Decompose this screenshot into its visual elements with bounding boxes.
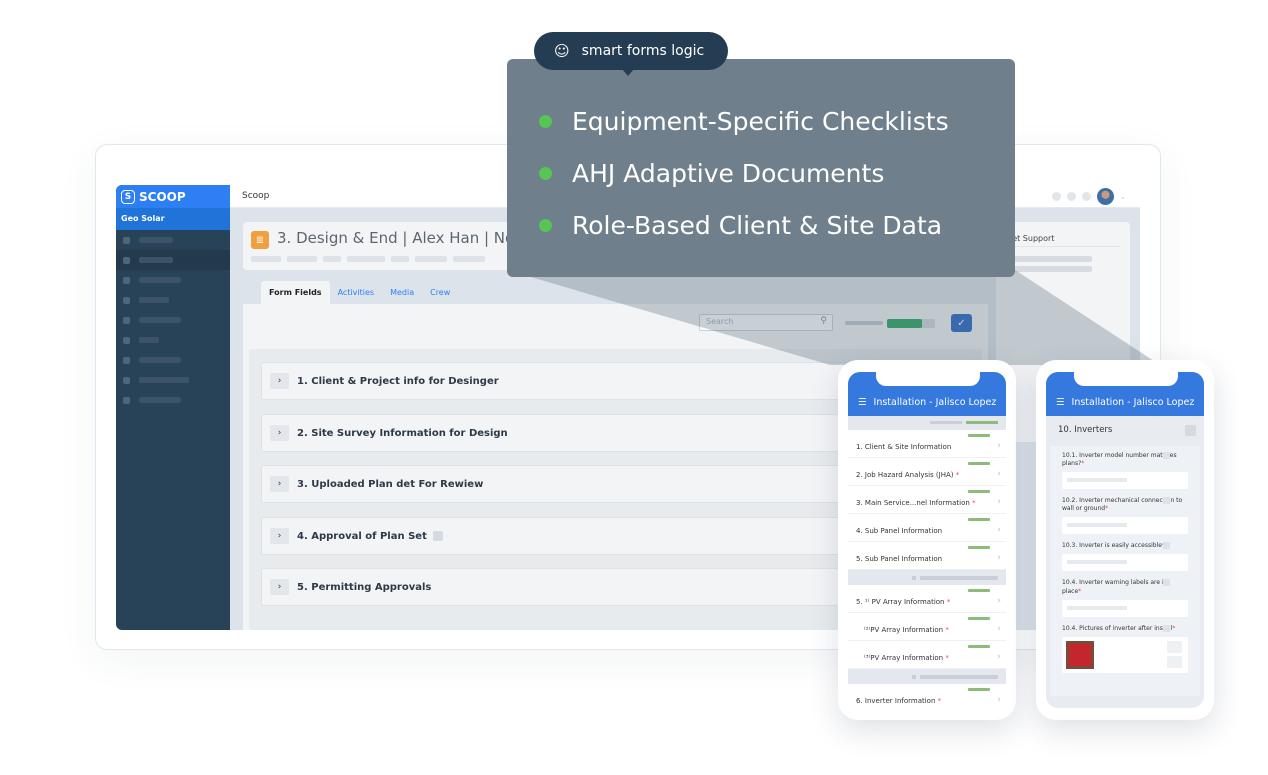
sidebar-item[interactable]: [116, 330, 230, 350]
logo[interactable]: S SCOOP: [116, 185, 230, 208]
group-separator: [848, 669, 1006, 684]
answer-input[interactable]: [1062, 554, 1188, 572]
sidebar-item[interactable]: [116, 230, 230, 250]
search-input[interactable]: Search ⚲: [699, 314, 833, 331]
feature-bullet: AHJ Adaptive Documents: [539, 159, 884, 188]
form-section-item[interactable]: 5. ¹⁾ PV Array Information * ›: [848, 585, 1006, 613]
phone-form-list: ☰ Installation - Jalisco Lopez 1. Client …: [838, 360, 1016, 720]
tab-form-fields[interactable]: Form Fields: [261, 281, 330, 304]
answer-input[interactable]: [1062, 517, 1188, 535]
checkbox[interactable]: [1163, 452, 1170, 459]
sidebar-item[interactable]: [116, 310, 230, 330]
progress-bar: [845, 319, 935, 328]
inverter-photo[interactable]: [1066, 640, 1094, 669]
question-item: 10.1. Inverter model number matches plan…: [1050, 452, 1200, 490]
chevron-right-icon: ›: [997, 497, 1001, 507]
scoop-logo-icon: S: [121, 189, 135, 204]
chevron-right-icon: ›: [997, 441, 1001, 451]
chevron-right-icon: ›: [997, 553, 1001, 563]
notification-icon[interactable]: [1052, 192, 1062, 201]
answer-input[interactable]: [1062, 599, 1188, 617]
submit-check-button[interactable]: ✓: [951, 314, 972, 332]
form-section-item[interactable]: 6. Inverter Information * ›: [848, 684, 1006, 708]
sidebar: S SCOOP Geo Solar: [116, 185, 230, 630]
checkbox[interactable]: [1163, 497, 1170, 505]
sidebar-item[interactable]: [116, 270, 230, 290]
chevron-right-icon: ›: [997, 596, 1001, 606]
checkbox[interactable]: [1163, 542, 1170, 550]
checkbox[interactable]: [1163, 579, 1170, 587]
chevron-right-icon: ›: [997, 469, 1001, 479]
checkbox[interactable]: [1163, 624, 1170, 632]
answer-input[interactable]: [1062, 472, 1188, 490]
chevron-right-icon: ›: [997, 525, 1001, 535]
page-title: 3. Design & End | Alex Han | Nov 0: [277, 229, 538, 247]
org-name[interactable]: Geo Solar: [116, 208, 230, 230]
sidebar-item[interactable]: [116, 390, 230, 410]
smart-forms-badge: ☺ smart forms logic: [534, 32, 728, 76]
question-item: 10.4. Inverter warning labels are in pla…: [1050, 579, 1200, 617]
search-icon: ⚲: [820, 316, 827, 326]
chevron-right-icon[interactable]: ›: [270, 579, 289, 595]
group-separator: [848, 570, 1006, 585]
form-section-item[interactable]: 1. Client & Site Information ›: [848, 430, 1006, 458]
menu-icon[interactable]: ☰: [858, 397, 867, 408]
form-section-item[interactable]: ⁽²⁾PV Array Information * ›: [848, 613, 1006, 641]
sidebar-item[interactable]: [116, 370, 230, 390]
photo-field[interactable]: [1062, 636, 1188, 673]
form-section-item[interactable]: 2. Job Hazard Analysis (JHA) * ›: [848, 458, 1006, 486]
chevron-right-icon: ›: [997, 695, 1001, 705]
checkbox[interactable]: [432, 531, 443, 541]
question-item: 10.4. Pictures of inverter after install…: [1050, 624, 1200, 673]
tab-media[interactable]: Media: [382, 281, 422, 304]
message-icon[interactable]: [1067, 192, 1077, 201]
chevron-right-icon[interactable]: ›: [270, 476, 289, 492]
menu-icon[interactable]: ☰: [1056, 397, 1065, 408]
phone-inverters-form: ☰ Installation - Jalisco Lopez 10. Invert…: [1036, 360, 1214, 720]
checkbox[interactable]: [1185, 425, 1196, 436]
feature-bullet: Role-Based Client & Site Data: [539, 211, 942, 240]
sidebar-item[interactable]: [116, 290, 230, 310]
tab-activities[interactable]: Activities: [330, 281, 383, 304]
chevron-right-icon: ›: [997, 652, 1001, 662]
feature-bullet: Equipment-Specific Checklists: [539, 107, 949, 136]
tab-crew[interactable]: Crew: [422, 281, 458, 304]
sidebar-item[interactable]: [116, 250, 230, 270]
avatar[interactable]: [1097, 188, 1115, 205]
form-section-item[interactable]: 5. Sub Panel Information ›: [848, 542, 1006, 570]
form-section-item[interactable]: ⁽³⁾PV Array Information * ›: [848, 641, 1006, 669]
chevron-right-icon[interactable]: ›: [270, 373, 289, 389]
question-item: 10.3. Inverter is easily accessible*: [1050, 542, 1200, 572]
topbar-title: Scoop: [242, 191, 270, 201]
chevron-right-icon[interactable]: ›: [270, 425, 289, 441]
form-section-item[interactable]: 3. Main Service...nel Information * ›: [848, 486, 1006, 514]
chevron-right-icon: ›: [997, 624, 1001, 634]
chevron-down-icon[interactable]: ⌄: [1120, 193, 1126, 201]
help-icon[interactable]: [1082, 192, 1092, 201]
feature-callout: Equipment-Specific Checklists AHJ Adapti…: [507, 59, 1015, 277]
question-item: 10.2. Inverter mechanical connection to …: [1050, 497, 1200, 535]
chevron-right-icon[interactable]: ›: [270, 528, 289, 544]
sidebar-item[interactable]: [116, 350, 230, 370]
form-section-item[interactable]: 4. Sub Panel Information ›: [848, 514, 1006, 542]
brain-head-icon: ☺: [554, 42, 570, 60]
stack-icon: ≣: [251, 231, 269, 249]
